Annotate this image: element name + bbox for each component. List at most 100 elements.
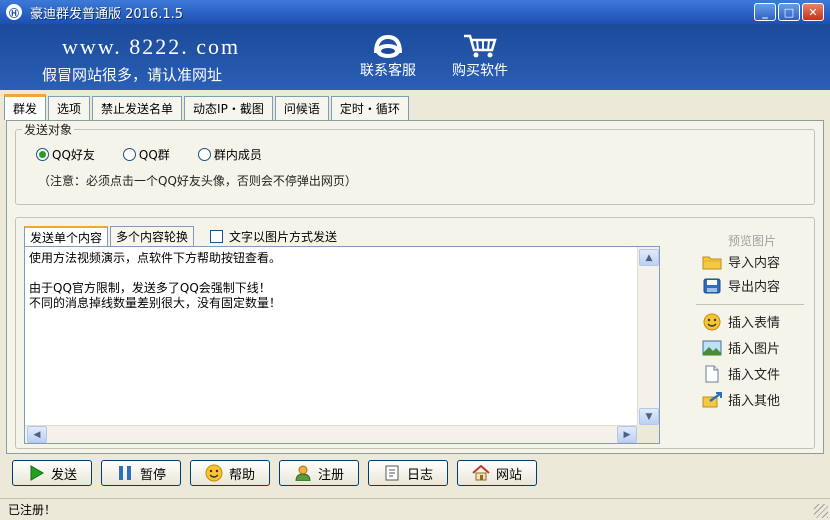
main-panel: 群发 选项 禁止发送名单 动态IP・截图 问候语 定时・循环 发送对象 QQ好友… bbox=[0, 90, 830, 500]
tab-rotating-content[interactable]: 多个内容轮换 bbox=[110, 226, 195, 246]
pause-button[interactable]: 暂停 bbox=[101, 460, 181, 486]
help-label: 帮助 bbox=[228, 467, 255, 483]
maximize-button[interactable]: □ bbox=[778, 3, 800, 21]
tab-blocklist[interactable]: 禁止发送名单 bbox=[92, 96, 183, 120]
scroll-down-icon[interactable]: ▼ bbox=[639, 408, 659, 425]
send-target-legend: 发送对象 bbox=[22, 121, 75, 138]
insert-file-label: 插入文件 bbox=[728, 368, 781, 383]
customer-service-link[interactable]: 联系客服 bbox=[360, 32, 416, 80]
image-mode-label: 文字以图片方式发送 bbox=[229, 229, 338, 244]
send-target-note: （注意：必须点击一个QQ好友头像，否则会不停弹出网页） bbox=[38, 174, 357, 188]
status-bar: 已注册！ bbox=[0, 498, 830, 520]
send-target-group: 发送对象 QQ好友 QQ群 群内成员 （注意：必须点击一个QQ好友头像，否则会不… bbox=[15, 121, 815, 205]
shopping-cart-icon bbox=[461, 32, 499, 60]
tab-schedule[interactable]: 定时・循环 bbox=[330, 96, 409, 120]
resize-grip[interactable] bbox=[814, 504, 828, 518]
send-target-options: QQ好友 QQ群 群内成员 bbox=[36, 146, 262, 163]
help-button[interactable]: 帮助 bbox=[190, 460, 270, 486]
register-button[interactable]: 注册 bbox=[279, 460, 359, 486]
tab-greetings[interactable]: 问候语 bbox=[274, 96, 329, 120]
user-icon bbox=[294, 464, 312, 482]
save-icon bbox=[702, 277, 722, 295]
insert-other-button[interactable]: 插入其他 bbox=[702, 390, 780, 409]
site-warning: 假冒网站很多，请认准网址 bbox=[42, 66, 223, 84]
picture-icon bbox=[702, 339, 722, 357]
home-icon bbox=[472, 464, 490, 482]
window-title: 豪迪群发普通版 2016.1.5 bbox=[30, 6, 184, 22]
tab-dynamic-ip[interactable]: 动态IP・截图 bbox=[184, 96, 273, 120]
export-content-button[interactable]: 导出内容 bbox=[702, 276, 780, 295]
pause-label: 暂停 bbox=[139, 467, 166, 483]
scroll-left-icon[interactable]: ◀ bbox=[27, 426, 47, 443]
status-text: 已注册！ bbox=[8, 503, 57, 517]
play-icon bbox=[27, 464, 45, 482]
radio-label: 群内成员 bbox=[213, 148, 262, 162]
banner: www. 8222. com 假冒网站很多，请认准网址 联系客服 购买软件 bbox=[0, 24, 830, 90]
message-line: 不同的消息掉线数量差别很大，没有固定数量！ bbox=[29, 296, 282, 310]
send-label: 发送 bbox=[50, 467, 77, 483]
minimize-button[interactable]: _ bbox=[754, 3, 776, 21]
title-bar: Ⓗ 豪迪群发普通版 2016.1.5 _ □ ✕ bbox=[0, 0, 830, 24]
customer-service-label: 联系客服 bbox=[360, 63, 416, 79]
radio-label: QQ群 bbox=[138, 148, 170, 162]
buy-software-link[interactable]: 购买软件 bbox=[452, 32, 508, 80]
insert-emoji-button[interactable]: 插入表情 bbox=[702, 312, 780, 331]
radio-dot[interactable] bbox=[197, 148, 211, 161]
action-buttons: 发送 暂停 帮助 注册 日志 网站 bbox=[12, 460, 537, 486]
message-line bbox=[29, 266, 635, 281]
log-button[interactable]: 日志 bbox=[368, 460, 448, 486]
website-label: 网站 bbox=[495, 467, 522, 483]
radio-dot[interactable] bbox=[36, 148, 49, 161]
radio-label: QQ好友 bbox=[52, 148, 95, 162]
content-subtabs: 发送单个内容 多个内容轮换 文字以图片方式发送 bbox=[24, 226, 337, 246]
document-icon bbox=[383, 464, 401, 482]
folder-icon bbox=[702, 253, 722, 271]
tab-options[interactable]: 选项 bbox=[48, 96, 91, 120]
register-label: 注册 bbox=[317, 467, 344, 483]
pause-icon bbox=[116, 464, 134, 482]
insert-other-label: 插入其他 bbox=[728, 394, 781, 409]
tab-mass-send[interactable]: 群发 bbox=[4, 94, 47, 120]
insert-image-button[interactable]: 插入图片 bbox=[702, 338, 780, 357]
tab-panel: 发送对象 QQ好友 QQ群 群内成员 （注意：必须点击一个QQ好友头像，否则会不… bbox=[6, 120, 824, 454]
radio-group-members[interactable]: 群内成员 bbox=[197, 146, 262, 163]
app-icon: Ⓗ bbox=[6, 4, 22, 20]
window-controls: _ □ ✕ bbox=[754, 3, 824, 21]
insert-file-button[interactable]: 插入文件 bbox=[702, 364, 780, 383]
message-line: 由于QQ官方限制，发送多了QQ会强制下线！ bbox=[29, 281, 271, 295]
import-content-button[interactable]: 导入内容 bbox=[702, 252, 780, 271]
content-group: 发送单个内容 多个内容轮换 文字以图片方式发送 使用方法视频演示，点软件下方帮助… bbox=[15, 217, 815, 449]
site-url[interactable]: www. 8222. com bbox=[62, 34, 240, 60]
close-button[interactable]: ✕ bbox=[802, 3, 824, 21]
tab-single-content[interactable]: 发送单个内容 bbox=[24, 226, 109, 246]
message-text[interactable]: 使用方法视频演示，点软件下方帮助按钮查看。 由于QQ官方限制，发送多了QQ会强制… bbox=[29, 251, 635, 311]
image-mode-checkbox-wrap[interactable]: 文字以图片方式发送 bbox=[210, 226, 337, 246]
export-content-label: 导出内容 bbox=[728, 280, 781, 295]
scroll-up-icon[interactable]: ▲ bbox=[639, 249, 659, 266]
preview-image-button[interactable]: 预览图片 bbox=[728, 232, 776, 249]
message-editor[interactable]: 使用方法视频演示，点软件下方帮助按钮查看。 由于QQ官方限制，发送多了QQ会强制… bbox=[24, 246, 660, 444]
link-icon bbox=[702, 391, 722, 409]
insert-emoji-label: 插入表情 bbox=[728, 316, 781, 331]
log-label: 日志 bbox=[406, 467, 433, 483]
scroll-corner bbox=[637, 425, 659, 443]
website-button[interactable]: 网站 bbox=[457, 460, 537, 486]
insert-image-label: 插入图片 bbox=[728, 342, 781, 357]
headset-icon bbox=[368, 32, 408, 60]
import-content-label: 导入内容 bbox=[728, 256, 781, 271]
radio-qq-groups[interactable]: QQ群 bbox=[122, 146, 170, 163]
radio-dot[interactable] bbox=[122, 148, 136, 161]
scroll-right-icon[interactable]: ▶ bbox=[617, 426, 637, 443]
radio-qq-friends[interactable]: QQ好友 bbox=[36, 146, 95, 163]
side-divider bbox=[696, 304, 804, 305]
main-tabs: 群发 选项 禁止发送名单 动态IP・截图 问候语 定时・循环 bbox=[4, 94, 411, 120]
image-mode-checkbox[interactable] bbox=[210, 229, 224, 243]
buy-software-label: 购买软件 bbox=[452, 63, 508, 79]
vertical-scrollbar[interactable]: ▲ ▼ bbox=[637, 247, 659, 427]
smiley-icon bbox=[205, 464, 223, 482]
file-icon bbox=[702, 365, 722, 383]
send-button[interactable]: 发送 bbox=[12, 460, 92, 486]
smiley-icon bbox=[702, 313, 722, 331]
message-line: 使用方法视频演示，点软件下方帮助按钮查看。 bbox=[29, 251, 282, 265]
horizontal-scrollbar[interactable]: ◀ ▶ bbox=[25, 425, 639, 443]
